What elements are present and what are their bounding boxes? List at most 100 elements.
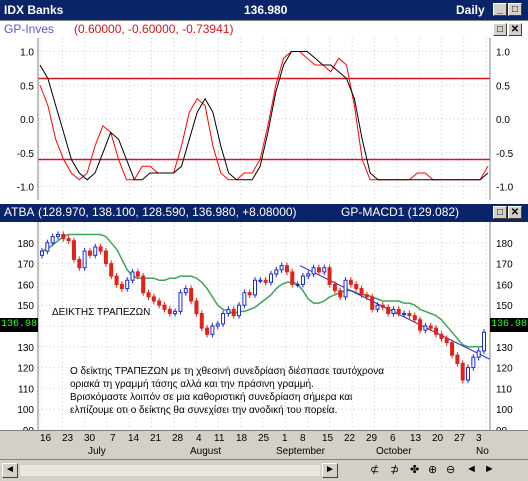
price-y-tick: 100: [17, 405, 34, 416]
day-label: 20: [432, 433, 444, 444]
day-label: 29: [366, 433, 378, 444]
price-close-button[interactable]: ✕: [508, 206, 522, 219]
day-label: 6: [390, 433, 396, 444]
page-forward-icon[interactable]: ►: [484, 463, 495, 475]
price-maximize-button[interactable]: □: [493, 206, 507, 219]
period-label: Daily: [456, 3, 485, 17]
candle-body: [109, 263, 114, 277]
maximize-button[interactable]: □: [508, 3, 522, 16]
price-values: (128.970, 138.100, 128.590, 136.980, +8.…: [38, 205, 297, 219]
minimize-button[interactable]: _: [493, 3, 507, 16]
candle-body: [173, 310, 178, 315]
osc-y-tick: 1.0: [20, 48, 34, 59]
candle-body: [332, 283, 337, 292]
comment-block: Ο δείκτης ΤΡΑΠΕΖΩΝ με τη χθεσινή συνεδρί…: [70, 365, 384, 417]
scroll-left-button[interactable]: ◄: [2, 463, 18, 478]
price-y-tick-right: 150: [496, 301, 513, 312]
candle-body: [343, 279, 348, 298]
month-label: July: [88, 446, 106, 457]
candle-body: [354, 283, 359, 290]
osc-values: (0.60000, -0.60000, -0.73941): [74, 22, 234, 36]
candle-body: [300, 275, 305, 285]
candle-body: [114, 275, 119, 285]
candle-body: [242, 292, 247, 306]
candle-body: [103, 250, 108, 265]
price-y-tick: 150: [17, 301, 34, 312]
price-pane-header: ATBA (128.970, 138.100, 128.590, 136.980…: [0, 204, 528, 222]
candle-body: [141, 275, 146, 294]
day-label: 27: [454, 433, 466, 444]
osc-y-tick-right: -0.5: [496, 149, 514, 160]
osc-y-tick: 0.0: [20, 115, 34, 126]
candle-body: [205, 327, 210, 335]
candle-body: [258, 279, 263, 282]
price-y-tick: 160: [17, 280, 34, 291]
candle-body: [119, 283, 124, 290]
candle-body: [412, 315, 417, 321]
day-label: 8: [300, 433, 306, 444]
month-label: October: [376, 446, 412, 457]
candle-body: [130, 271, 135, 281]
osc-close-button[interactable]: ✕: [508, 23, 522, 36]
candle-body: [476, 350, 481, 358]
price-y-tick: 170: [17, 260, 34, 271]
candle-body: [322, 267, 327, 273]
month-label: August: [190, 446, 222, 457]
osc-y-tick-right: 0.0: [496, 115, 510, 126]
price-indicator: GP-MACD1 (129.082): [341, 205, 460, 219]
scroll-track[interactable]: [20, 465, 320, 476]
candle-body: [93, 246, 98, 256]
osc-maximize-button[interactable]: □: [493, 23, 507, 36]
candle-body: [439, 333, 444, 339]
candle-body: [375, 304, 380, 310]
candle-body: [311, 267, 316, 275]
price-y-tick-right: 160: [496, 280, 513, 291]
candle-body: [364, 294, 369, 298]
candle-body: [45, 242, 50, 252]
price-y-tick-right: 180: [496, 239, 513, 250]
candle-body: [167, 308, 172, 315]
candle-body: [359, 288, 364, 296]
pan-icon[interactable]: ✤: [410, 463, 419, 476]
zoom-out-icon[interactable]: ⊖: [446, 463, 455, 476]
price-y-tick-right: 120: [496, 364, 513, 375]
candle-body: [221, 313, 226, 325]
candle-body: [391, 308, 396, 315]
index-label: ΔΕΙΚΤΗΣ ΤΡΑΠΕΖΩΝ: [52, 307, 151, 318]
comment-line: Βρισκόμαστε λοιπόν σε μια καθοριστική συ…: [70, 392, 353, 403]
window-titlebar: IDX Banks 136.980 Daily _ □: [0, 0, 528, 20]
candle-body: [247, 292, 252, 296]
price-y-tick: 130: [17, 343, 34, 354]
zoom-in-range-icon[interactable]: ⊄: [370, 463, 379, 476]
candle-body: [418, 319, 423, 331]
scroll-right-button[interactable]: ►: [322, 463, 338, 478]
candle-body: [77, 258, 82, 269]
osc-y-tick-right: 1.0: [496, 48, 510, 59]
comment-line: ελπίζουμε οτι ο δείκτης θα συνεχίσει την…: [70, 405, 338, 416]
price-y-tick-right: 110: [496, 384, 512, 395]
zoom-in-icon[interactable]: ⊕: [428, 463, 437, 476]
candle-body: [295, 283, 300, 286]
day-label: 14: [128, 433, 140, 444]
day-label: 21: [150, 433, 162, 444]
candle-body: [434, 327, 439, 335]
osc-pane-header: GP-Inves (0.60000, -0.60000, -0.73941) □…: [0, 20, 528, 39]
page-back-icon[interactable]: ◄: [466, 463, 477, 475]
day-label: 4: [196, 433, 202, 444]
candle-body: [444, 337, 449, 344]
candle-body: [237, 304, 242, 317]
zoom-out-range-icon[interactable]: ⊅: [390, 463, 399, 476]
candle-body: [380, 304, 385, 308]
comment-line: οριακά τη γραμμή τάσης αλλά και την πράσ…: [70, 379, 314, 390]
price-y-tick-right: 130: [496, 343, 513, 354]
candle-body: [268, 273, 273, 283]
candle-body: [98, 246, 103, 252]
candle-body: [386, 306, 391, 315]
candle-body: [466, 367, 471, 381]
candle-body: [428, 325, 433, 329]
date-axis: 16 23 30 7 14 21 28 4 11 18 25 1 8 15 22…: [0, 430, 528, 459]
candle-body: [61, 233, 66, 240]
day-label: 28: [172, 433, 184, 444]
candle-body: [40, 250, 44, 256]
price-y-tick: 120: [17, 364, 34, 375]
